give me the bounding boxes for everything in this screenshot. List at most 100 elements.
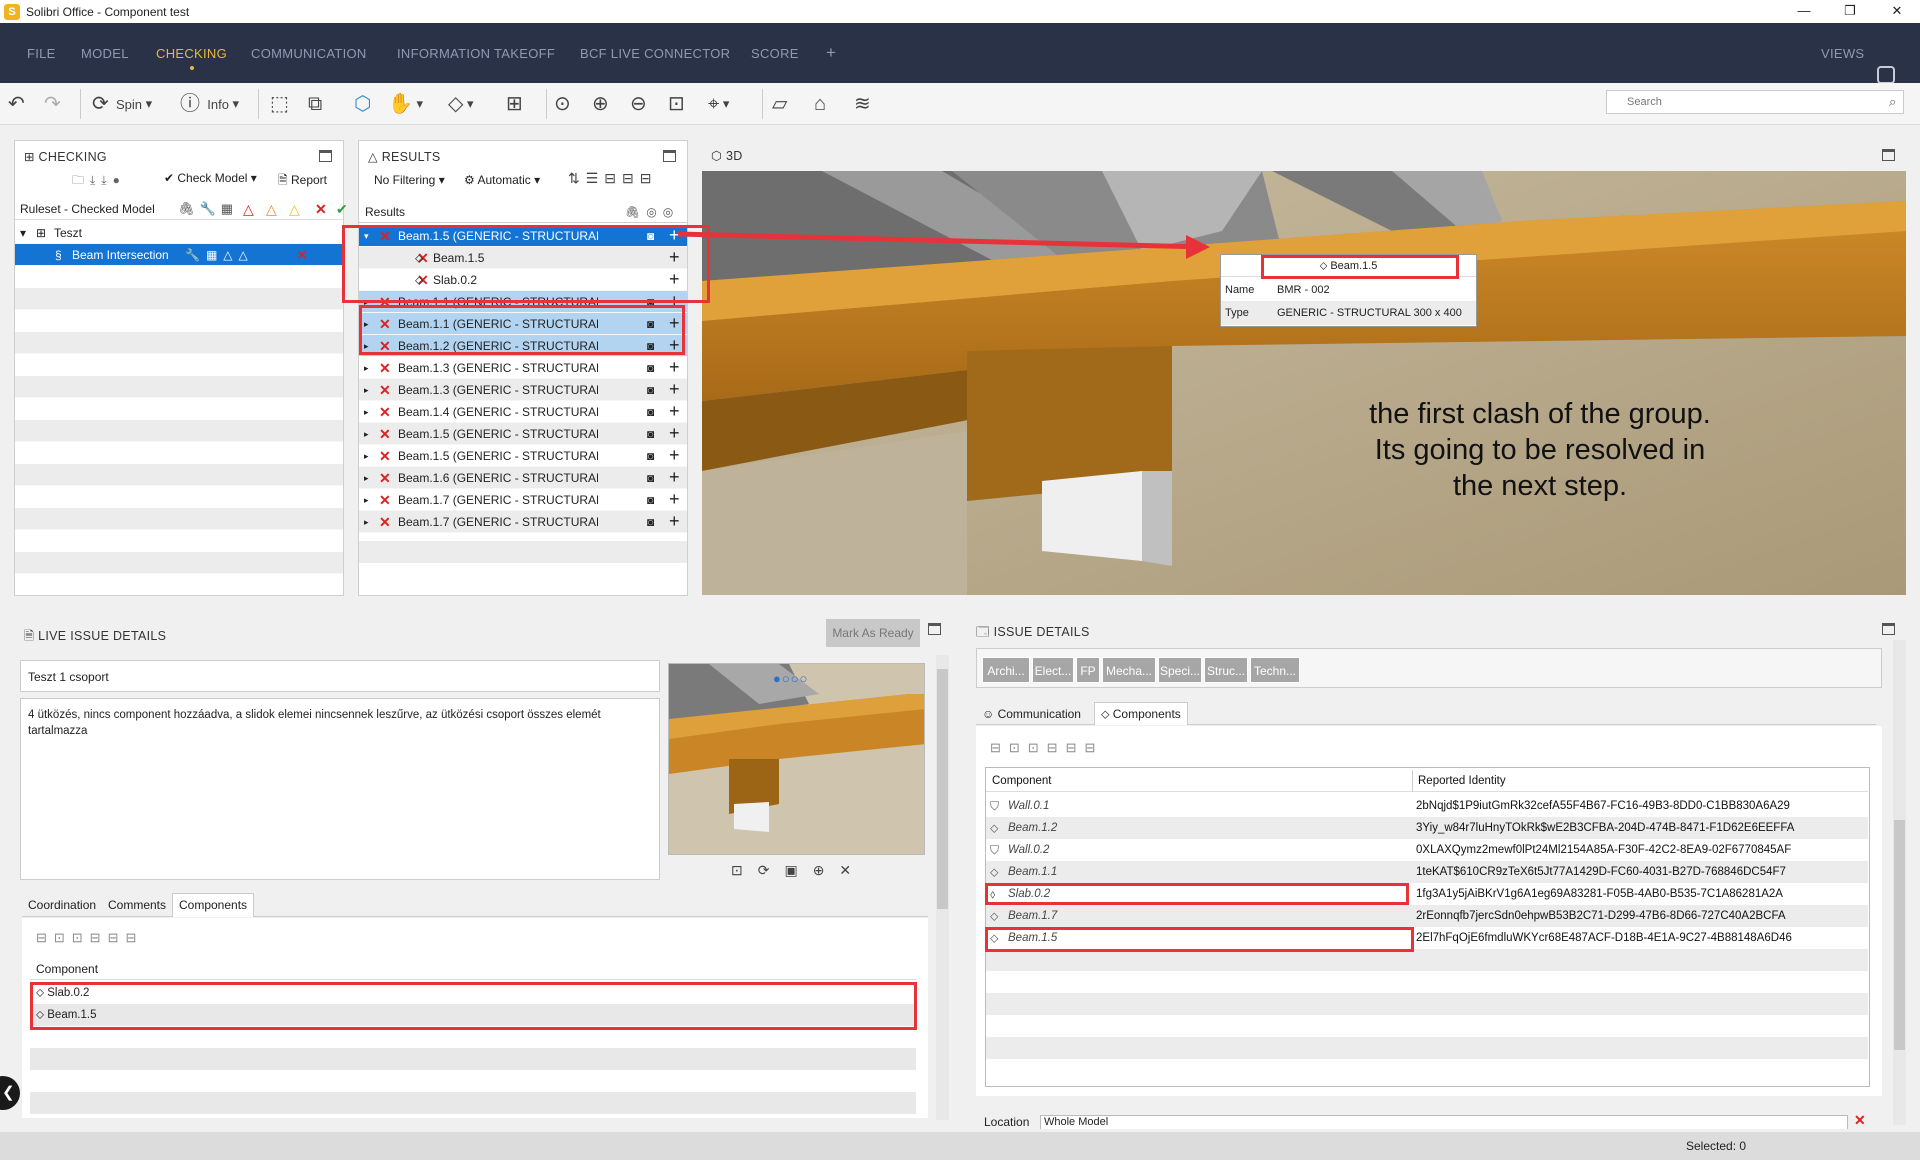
expander-icon[interactable]: ▸ [364,489,369,511]
add-to-issue-icon[interactable]: + [669,335,680,357]
filter-dropdown[interactable]: No Filtering ▾ [374,173,445,187]
zoom-window-icon[interactable]: ⊡ [668,91,685,117]
hand-pan-icon[interactable]: ✋ ▾ [388,91,423,117]
result-row[interactable]: ▸ ✕ Beam.1.7 (GENERIC - STRUCTURAL 300 x 4… [359,511,687,533]
screenshot-icon[interactable]: ◙ [647,291,654,313]
add-to-issue-icon[interactable]: + [669,357,680,379]
tab-components[interactable]: ⬦ Components [1094,702,1188,725]
screenshot-icon[interactable]: ◙ [647,511,654,533]
section-box-icon[interactable]: ⊞ [506,91,523,117]
result-row[interactable]: ✕ ⬦ Slab.0.2 + [359,269,687,291]
expander-icon[interactable]: ▸ [364,313,369,335]
screenshot-icon[interactable]: ◙ [647,225,654,247]
expander-icon[interactable]: ▸ [364,511,369,533]
category-button[interactable]: Elect... [1032,657,1074,683]
maximize-panel-icon[interactable] [663,150,676,162]
multi-select-icon[interactable]: ⧉ [308,91,322,117]
screenshot-icon[interactable]: ◙ [647,445,654,467]
tab-comments[interactable]: Comments [102,894,172,916]
add-to-issue-icon[interactable]: + [669,269,680,291]
screenshot-icon[interactable]: ◙ [647,467,654,489]
issue-details-scrollbar[interactable] [1893,640,1906,1125]
live-component-row[interactable]: ⬦ Slab.0.2 [30,982,916,1004]
tab-communication[interactable]: ☺ Communication [976,703,1087,725]
snapshot-tools[interactable]: ⊡⟳▣⊕✕ [731,862,866,879]
info-button[interactable]: ⓘ Info ▾ [180,91,239,117]
menu-score[interactable]: SCORE [751,46,799,61]
expander-icon[interactable]: ▸ [364,335,369,357]
add-to-issue-icon[interactable]: + [669,489,680,511]
live-issue-scrollbar[interactable] [936,655,949,1120]
result-row[interactable]: ▸ ✕ Beam.1.6 (GENERIC - STRUCTURAL 300 x 4… [359,467,687,489]
grouping-dropdown[interactable]: ⚙ Automatic ▾ [464,173,540,187]
expander-icon[interactable]: ▾ [364,225,369,247]
maximize-panel-icon[interactable] [928,623,941,635]
mark-as-ready-button[interactable]: Mark As Ready [826,619,920,647]
component-tools[interactable]: ⊟⊡⊡⊟⊟⊟ [990,740,1103,756]
result-row[interactable]: ▸ ✕ Beam.1.5 (GENERIC - STRUCTURAL 300 x 4… [359,423,687,445]
screenshot-icon[interactable]: ◙ [647,313,654,335]
issue-snapshot[interactable] [668,663,925,855]
result-row[interactable]: ▾ ✕ Beam.1.5 (GENERIC - STRUCTURAL 300 x 4… [359,225,687,247]
maximize-panel-icon[interactable] [319,150,332,162]
component-row[interactable]: ⬦ Beam.1.5 2El7hFqOjE6fmdluWKYcr68E487ACF-… [986,927,1868,949]
clear-location-icon[interactable]: ✕ [1854,1112,1866,1129]
layers-icon[interactable]: ≋ [854,91,871,117]
result-row[interactable]: ▸ ✕ Beam.1.5 (GENERIC - STRUCTURAL 300 x 4… [359,445,687,467]
search-icon[interactable]: ⌕ [1889,94,1896,110]
menu-checking[interactable]: CHECKING [156,46,227,70]
checking-file-icons[interactable]: 🗀⤓⤓● [72,171,126,192]
result-row[interactable]: ▸ ✕ Beam.1.2 (GENERIC - STRUCTURAL 300 x 4… [359,335,687,357]
result-row[interactable]: ▸ ✕ Beam.1.1 (GENERIC - STRUCTURAL 300 x 4… [359,291,687,313]
view-cube-icon[interactable]: ◇ ▾ [448,91,474,117]
zoom-in-icon[interactable]: ⊕ [592,91,609,117]
live-component-row[interactable]: ⬦ Beam.1.5 [30,1004,916,1026]
screenshot-icon[interactable]: ◙ [647,401,654,423]
result-row[interactable]: ▸ ✕ Beam.1.7 (GENERIC - STRUCTURAL 300 x 4… [359,489,687,511]
maximize-panel-icon[interactable] [1882,623,1895,635]
category-button[interactable]: FP [1076,657,1100,683]
slice-icon[interactable]: ▱ [772,91,787,117]
result-row[interactable]: ✕ ⬦ Beam.1.5 + [359,247,687,269]
component-row[interactable]: ⛉ Wall.0.1 2bNqjd$1P9iutGmRk32cefA55F4B67-… [986,795,1868,817]
search-input[interactable]: Search [1606,90,1904,114]
result-row[interactable]: ▸ ✕ Beam.1.3 (GENERIC - STRUCTURAL 300 x 4… [359,379,687,401]
category-button[interactable]: Archi... [982,657,1030,683]
expander-icon[interactable]: ▸ [364,357,369,379]
add-to-issue-icon[interactable]: + [669,401,680,423]
cube-select-icon[interactable]: ⬡ [354,91,371,117]
views-icon[interactable] [1877,66,1895,84]
live-component-tools[interactable]: ⊟⊡⊡⊟⊟⊟ [36,930,143,946]
category-button[interactable]: Techn... [1250,657,1300,683]
tab-coordination[interactable]: Coordination [22,894,102,916]
screenshot-icon[interactable]: ◙ [647,489,654,511]
report-button[interactable]: 🗎 Report [278,171,327,192]
measure-icon[interactable]: ⌖ ▾ [708,91,729,117]
views-button[interactable]: VIEWS [1821,46,1864,61]
component-row[interactable]: ⬦ Beam.1.1 1teKAT$610CR9zTeX6t5Jt77A1429D-… [986,861,1868,883]
add-tab-button[interactable]: + [826,43,836,63]
tree-row-beam-intersection[interactable]: § Beam Intersection 🔧▦△△ ✕ [15,244,343,266]
component-row[interactable]: ⬨ Slab.0.2 1fg3A1y5jAiBKrV1g6A1eg69A83281-… [986,883,1868,905]
close-button[interactable]: ✕ [1874,0,1920,23]
component-row[interactable]: ⬦ Beam.1.2 3Yiy_w84r7luHnyTOkRk$wE2B3CFBA-… [986,817,1868,839]
expander-icon[interactable]: ▸ [364,379,369,401]
category-button[interactable]: Mecha... [1102,657,1156,683]
category-button[interactable]: Struc... [1204,657,1248,683]
select-box-icon[interactable]: ⬚ [270,91,289,117]
add-to-issue-icon[interactable]: + [669,291,680,313]
result-row[interactable]: ▸ ✕ Beam.1.1 (GENERIC - STRUCTURAL 300 x 4… [359,313,687,335]
expander-icon[interactable]: ▸ [364,423,369,445]
add-to-issue-icon[interactable]: + [669,511,680,533]
add-to-issue-icon[interactable]: + [669,445,680,467]
map-icon[interactable]: ⌂ [814,91,826,117]
screenshot-icon[interactable]: ◙ [647,423,654,445]
add-to-issue-icon[interactable]: + [669,423,680,445]
issue-description-field[interactable]: 4 ütközés, nincs component hozzáadva, a … [20,698,660,880]
undo-icon[interactable]: ↶ [8,91,25,117]
issue-title-field[interactable]: Teszt 1 csoport [20,660,660,692]
zoom-fit-icon[interactable]: ⊙ [554,91,571,117]
screenshot-icon[interactable]: ◙ [647,335,654,357]
menu-model[interactable]: MODEL [81,46,129,61]
expander-icon[interactable]: ▸ [364,291,369,313]
